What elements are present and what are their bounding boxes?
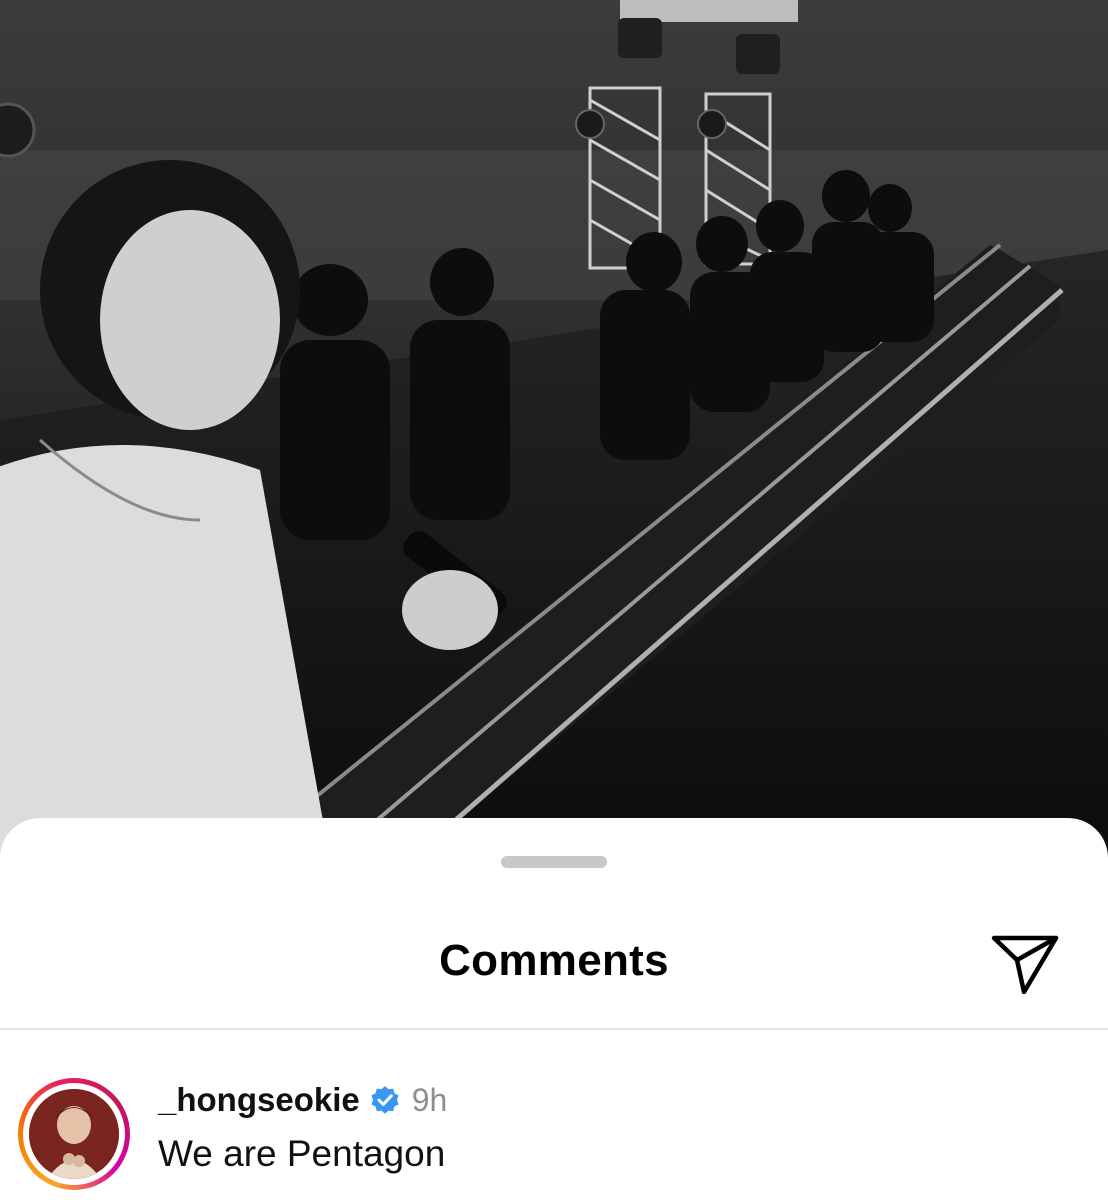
comment-timestamp: 9h xyxy=(411,1081,448,1118)
avatar xyxy=(29,1089,119,1179)
share-button[interactable] xyxy=(990,934,1060,995)
avatar-portrait-illustration xyxy=(29,1089,119,1179)
avatar-story-ring[interactable] xyxy=(18,1078,130,1190)
sheet-grabber-handle[interactable] xyxy=(501,856,607,868)
paper-plane-icon xyxy=(991,935,1059,995)
post-photo xyxy=(0,0,1108,860)
comment-text: We are Pentagon xyxy=(158,1133,446,1174)
avatar-ring-gap xyxy=(23,1083,125,1185)
comment-item: _hongseokie 9h We are Pentagon xyxy=(0,1030,1108,1200)
comment-username[interactable]: _hongseokie xyxy=(158,1081,360,1119)
screen: Comments _hongseokie 9h We are Pentagon xyxy=(0,0,1108,1200)
comment-header: _hongseokie 9h xyxy=(158,1080,447,1120)
comments-sheet: Comments _hongseokie 9h We are Pentagon xyxy=(0,818,1108,1200)
stage-photo-illustration xyxy=(0,0,1108,860)
verified-badge-icon xyxy=(371,1086,399,1114)
sheet-title: Comments xyxy=(439,936,669,985)
